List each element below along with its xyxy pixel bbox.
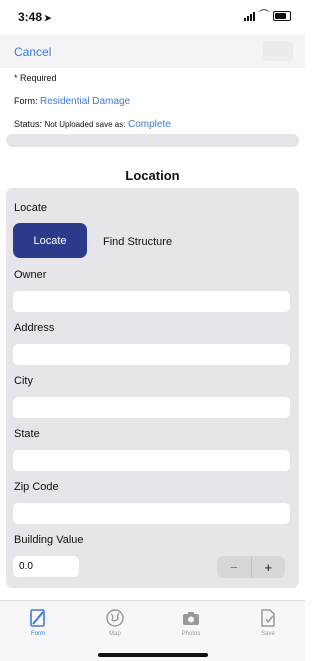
required-note: * Required: [14, 73, 57, 83]
owner-label: Owner: [14, 269, 47, 281]
clock-text: 3:48: [18, 10, 43, 24]
building-value-label: Building Value: [14, 534, 84, 546]
zip-code-field[interactable]: [13, 503, 290, 524]
nav-right-placeholder: [263, 41, 293, 61]
zip-code-label: Zip Code: [14, 481, 59, 493]
find-structure-button[interactable]: Find Structure: [103, 236, 172, 248]
status-bar: 3:48 ➤ ⌒: [0, 0, 305, 34]
state-label: State: [14, 428, 40, 440]
form-row: Form: Residential Damage: [14, 96, 130, 107]
globe-icon: [106, 609, 124, 627]
home-indicator: [98, 653, 208, 657]
navigation-bar: Cancel: [0, 34, 305, 68]
increment-button[interactable]: +: [252, 556, 286, 578]
status-row: Status: Not Uploaded save as: Complete: [14, 119, 171, 130]
state-field[interactable]: [13, 450, 290, 471]
address-label: Address: [14, 322, 55, 334]
tab-map[interactable]: Map: [93, 608, 137, 637]
address-field[interactable]: [13, 344, 290, 365]
tab-save[interactable]: Save: [246, 608, 290, 637]
status-time: 3:48 ➤: [18, 10, 52, 24]
camera-icon: [183, 612, 199, 625]
decrement-button[interactable]: −: [217, 556, 252, 578]
location-arrow-icon: ➤: [44, 13, 52, 23]
tab-bar: Form Map Photos Save: [0, 600, 305, 661]
status-indicators: ⌒: [244, 11, 291, 21]
city-label: City: [14, 375, 33, 387]
wifi-icon: ⌒: [259, 10, 269, 21]
status-complete-link[interactable]: Complete: [128, 119, 171, 130]
locate-label: Locate: [14, 202, 48, 214]
section-divider: [6, 134, 299, 147]
status-label: Status:: [14, 119, 43, 129]
battery-icon: [273, 11, 291, 21]
building-value-field[interactable]: [13, 556, 79, 577]
save-document-icon: [261, 609, 275, 627]
signal-icon: [244, 11, 255, 21]
locate-button[interactable]: Locate: [13, 223, 87, 258]
form-label: Form:: [14, 96, 38, 106]
status-value: Not Uploaded save as:: [44, 120, 126, 129]
owner-field[interactable]: [13, 291, 290, 312]
building-value-stepper: − +: [217, 556, 285, 578]
tab-label: Save: [261, 631, 275, 637]
tab-form[interactable]: Form: [16, 608, 60, 637]
tab-label: Form: [31, 631, 45, 637]
form-type-link[interactable]: Residential Damage: [40, 96, 130, 107]
section-title: Location: [125, 168, 180, 183]
tab-label: Map: [109, 631, 121, 637]
tab-photos[interactable]: Photos: [169, 608, 213, 637]
tab-label: Photos: [181, 631, 201, 637]
form-icon: [30, 609, 45, 627]
cancel-button[interactable]: Cancel: [14, 45, 51, 59]
city-field[interactable]: [13, 397, 290, 418]
